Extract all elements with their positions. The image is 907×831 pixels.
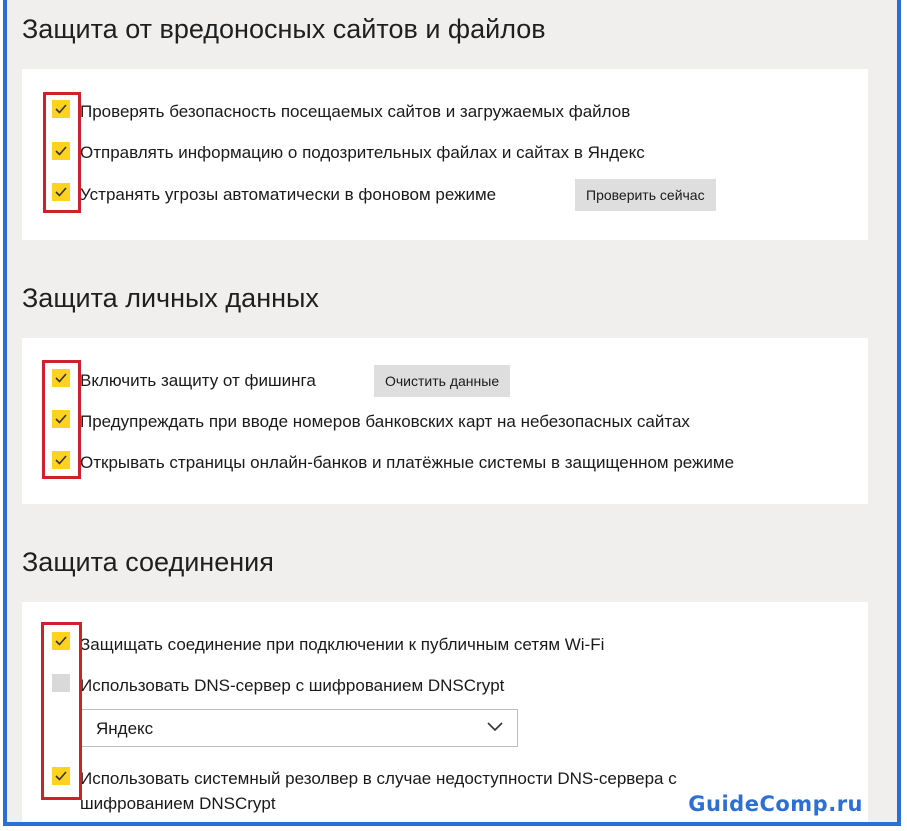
dns-server-select[interactable]: Яндекс (80, 709, 518, 747)
checkmark-icon (55, 771, 67, 781)
checkmark-icon (55, 187, 67, 197)
label-dnscrypt: Использовать DNS-сервер с шифрованием DN… (80, 676, 505, 695)
label-system-resolver-line2: шифрованием DNSCrypt (80, 794, 276, 813)
checkbox-auto-fix[interactable] (52, 183, 70, 201)
label-card-warning: Предупреждать при вводе номеров банковск… (80, 412, 690, 431)
label-wifi-protect: Защищать соединение при подключении к пу… (80, 635, 605, 654)
checkbox-send-info[interactable] (52, 142, 70, 160)
section-title-connection: Защита соединения (22, 547, 274, 577)
check-now-button[interactable]: Проверить сейчас (575, 179, 716, 211)
label-auto-fix: Устранять угрозы автоматически в фоновом… (80, 185, 497, 204)
section-title-malware: Защита от вредоносных сайтов и файлов (22, 14, 546, 44)
watermark-logo: GuideComp.ru (688, 792, 863, 816)
checkbox-dnscrypt[interactable] (52, 674, 70, 692)
label-phishing: Включить защиту от фишинга (80, 371, 316, 390)
card-privacy: Включить защиту от фишинга Очистить данн… (22, 338, 868, 504)
label-protected-mode: Открывать страницы онлайн-банков и платё… (80, 453, 735, 472)
checkbox-check-safety[interactable] (52, 100, 70, 118)
checkmark-icon (55, 455, 67, 465)
label-send-info: Отправлять информацию о подозрительных ф… (80, 143, 645, 162)
checkbox-card-warning[interactable] (52, 410, 70, 428)
checkbox-system-resolver[interactable] (52, 767, 70, 785)
label-system-resolver-line1: Использовать системный резолвер в случае… (80, 769, 677, 788)
section-title-privacy: Защита личных данных (22, 283, 319, 313)
checkmark-icon (55, 104, 67, 114)
chevron-down-icon (487, 722, 503, 732)
checkbox-protected-mode[interactable] (52, 451, 70, 469)
checkmark-icon (55, 636, 67, 646)
checkmark-icon (55, 146, 67, 156)
checkmark-icon (55, 373, 67, 383)
checkbox-phishing[interactable] (52, 369, 70, 387)
checkbox-wifi-protect[interactable] (52, 632, 70, 650)
label-check-safety: Проверять безопасность посещаемых сайтов… (80, 102, 631, 121)
settings-frame: Защита от вредоносных сайтов и файлов Пр… (3, 0, 901, 826)
card-malware: Проверять безопасность посещаемых сайтов… (22, 69, 868, 240)
clear-data-button[interactable]: Очистить данные (374, 365, 511, 397)
dns-server-value: Яндекс (96, 719, 154, 738)
checkmark-icon (55, 414, 67, 424)
